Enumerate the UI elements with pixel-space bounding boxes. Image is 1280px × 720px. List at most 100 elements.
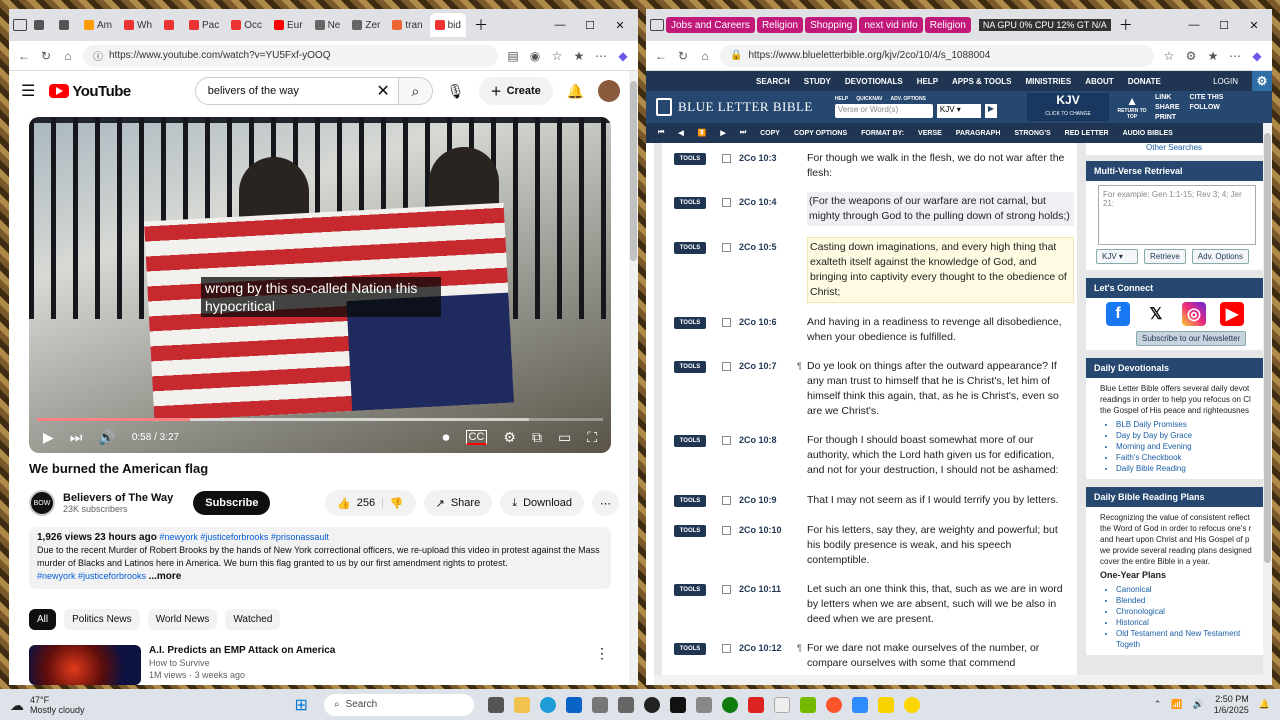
previous-icon[interactable]: ◀ xyxy=(678,129,683,137)
blb-tool-copy[interactable]: COPY xyxy=(760,130,780,137)
favorites-icon[interactable]: ★ xyxy=(1206,49,1220,63)
lock-icon[interactable]: 🔒 xyxy=(730,50,742,61)
verse-tools-button[interactable]: TOOLS xyxy=(674,242,706,254)
hamburger-menu-icon[interactable]: ☰ xyxy=(21,81,35,101)
verse-reference[interactable]: 2Co 10:10 xyxy=(739,525,797,568)
mvr-version-select[interactable]: KJV ▾ xyxy=(1096,249,1138,264)
verse-reference[interactable]: 2Co 10:3 xyxy=(739,153,797,181)
copy-verse-icon[interactable] xyxy=(722,496,731,505)
yt-scrollbar-thumb[interactable] xyxy=(630,81,637,261)
other-searches-link[interactable]: Other Searches xyxy=(1086,143,1266,155)
blb-follow-button[interactable]: FOLLOW xyxy=(1190,104,1224,111)
mvr-textarea[interactable]: For example: Gen 1:1-15; Rev 3; 4; Jer 2… xyxy=(1098,185,1256,245)
verse-text[interactable]: (For the weapons of our warfare are not … xyxy=(807,192,1074,226)
verse-tools-button[interactable]: TOOLS xyxy=(674,584,706,596)
recommended-channel[interactable]: How to Survive xyxy=(149,658,587,668)
verse-reference[interactable]: 2Co 10:7 xyxy=(739,361,797,419)
taskbar-clock[interactable]: 2:50 PM 1/6/2025 xyxy=(1214,694,1249,716)
blb-mini-link[interactable]: QUICKNAV xyxy=(856,96,882,102)
x-twitter-icon[interactable]: 𝕏 xyxy=(1144,302,1168,326)
verse-reference[interactable]: 2Co 10:4 xyxy=(739,197,797,226)
browser-tab[interactable]: Jobs and Careers xyxy=(666,17,755,33)
instagram-icon[interactable]: ◎ xyxy=(1182,302,1206,326)
chip-politics-news[interactable]: Politics News xyxy=(64,609,140,630)
zoom-icon[interactable] xyxy=(851,696,868,713)
browser-tab[interactable]: tran xyxy=(387,13,427,37)
verse-text[interactable]: Let such an one think this, that, such a… xyxy=(807,582,1074,627)
next-icon[interactable]: ▶ xyxy=(720,129,725,137)
recommended-more-icon[interactable]: ⋮ xyxy=(595,645,609,685)
menu-dots-icon[interactable]: ⋯ xyxy=(1228,49,1242,63)
devotional-link[interactable]: Day by Day by Grace xyxy=(1116,430,1252,441)
autoplay-toggle-icon[interactable]: ⏺ xyxy=(443,429,450,446)
file-explorer-icon[interactable] xyxy=(513,696,530,713)
verse-reference[interactable]: 2Co 10:11 xyxy=(739,584,797,627)
copy-verse-icon[interactable] xyxy=(722,318,731,327)
verse-text[interactable]: And having in a readiness to revenge all… xyxy=(807,315,1074,345)
blb-menu-ministries[interactable]: MINISTRIES xyxy=(1025,77,1071,86)
favorite-star-icon[interactable]: ☆ xyxy=(1162,49,1176,63)
tray-chevron-icon[interactable]: ⌃ xyxy=(1154,699,1162,710)
verse-reference[interactable]: 2Co 10:5 xyxy=(739,242,797,303)
minimize-icon[interactable]: — xyxy=(546,19,574,31)
brave-icon[interactable] xyxy=(825,696,842,713)
verse-text[interactable]: For though I should boast somewhat more … xyxy=(807,433,1074,478)
notes-icon[interactable] xyxy=(877,696,894,713)
return-to-top-button[interactable]: ▲ RETURN TO TOP xyxy=(1117,94,1147,120)
weather-widget[interactable]: ☁ 47°F Mostly cloudy xyxy=(10,695,85,715)
network-icon[interactable]: 📶 xyxy=(1171,699,1182,710)
blb-url-field[interactable]: 🔒 https://www.blueletterbible.org/kjv/2c… xyxy=(720,44,1154,67)
verse-text[interactable]: For his letters, say they, are weighty a… xyxy=(807,523,1074,568)
reload-icon[interactable]: ↻ xyxy=(676,49,690,63)
blb-horizontal-scrollbar[interactable] xyxy=(654,675,1272,685)
newsletter-button[interactable]: Subscribe to our Newsletter xyxy=(1136,331,1247,346)
camera-icon[interactable] xyxy=(591,696,608,713)
blb-mini-link[interactable]: ADV. OPTIONS xyxy=(891,96,926,102)
tracking-icon[interactable]: ◉ xyxy=(528,49,542,63)
start-windows-icon[interactable]: ⊞ xyxy=(295,695,308,715)
maximize-icon[interactable]: ☐ xyxy=(1210,19,1238,32)
capcut-icon[interactable] xyxy=(669,696,686,713)
reload-icon[interactable]: ↻ xyxy=(39,49,53,63)
blb-link-button[interactable]: LINK xyxy=(1155,94,1180,101)
new-tab-icon[interactable]: ＋ xyxy=(474,15,488,35)
extensions-icon[interactable]: ⚙ xyxy=(1184,49,1198,63)
share-button[interactable]: ↗ Share xyxy=(423,490,493,516)
chip-watched[interactable]: Watched xyxy=(225,609,281,630)
like-icon[interactable]: 👍 xyxy=(337,497,351,510)
notifications-icon[interactable]: 🔔 xyxy=(1259,699,1270,710)
github-icon[interactable] xyxy=(643,696,660,713)
login-link[interactable]: LOGIN xyxy=(1213,77,1238,86)
channel-name[interactable]: Believers of The Way xyxy=(63,492,173,504)
new-tab-icon[interactable]: ＋ xyxy=(1119,15,1133,35)
chip-all[interactable]: All xyxy=(29,609,57,630)
blb-menu-about[interactable]: ABOUT xyxy=(1085,77,1113,86)
blb-tool-copy-options[interactable]: COPY OPTIONS xyxy=(794,130,847,137)
blb-tool-verse[interactable]: VERSE xyxy=(918,130,942,137)
verse-text[interactable]: For though we walk in the flesh, we do n… xyxy=(807,151,1074,181)
reader-icon[interactable]: ▤ xyxy=(506,49,520,63)
volume-icon[interactable]: 🔊 xyxy=(98,429,115,446)
home-icon[interactable]: ⌂ xyxy=(698,49,712,63)
search-input[interactable]: belivers of the way ✕ xyxy=(194,77,399,105)
show-more-link[interactable]: ...more xyxy=(149,571,182,582)
favorite-star-icon[interactable]: ☆ xyxy=(550,49,564,63)
devotional-link[interactable]: Daily Bible Reading xyxy=(1116,463,1252,474)
verse-reference[interactable]: 2Co 10:6 xyxy=(739,317,797,345)
verse-tools-button[interactable]: TOOLS xyxy=(674,495,706,507)
verse-text[interactable]: Do ye look on things after the outward a… xyxy=(807,359,1074,419)
volume-icon[interactable]: 🔊 xyxy=(1193,699,1204,710)
adv-options-button[interactable]: Adv. Options xyxy=(1191,249,1250,264)
video-description[interactable]: 1,926 views 23 hours ago #newyork #justi… xyxy=(29,527,611,589)
close-window-icon[interactable]: ✕ xyxy=(1240,19,1268,32)
account-avatar[interactable] xyxy=(598,80,621,102)
blb-tool-format-by-[interactable]: FORMAT BY: xyxy=(861,130,904,137)
browser-tab[interactable]: Eur xyxy=(269,13,308,37)
reading-plan-link[interactable]: Blended xyxy=(1116,595,1252,606)
blb-tool-paragraph[interactable]: PARAGRAPH xyxy=(956,130,1001,137)
verse-text[interactable]: Casting down imaginations, and every hig… xyxy=(807,237,1074,303)
browser-tab[interactable]: Ne xyxy=(310,13,346,37)
verse-text[interactable]: For we dare not make ourselves of the nu… xyxy=(807,641,1074,671)
channel-avatar[interactable]: BOW xyxy=(29,490,55,516)
edge-browser-icon[interactable] xyxy=(539,696,556,713)
